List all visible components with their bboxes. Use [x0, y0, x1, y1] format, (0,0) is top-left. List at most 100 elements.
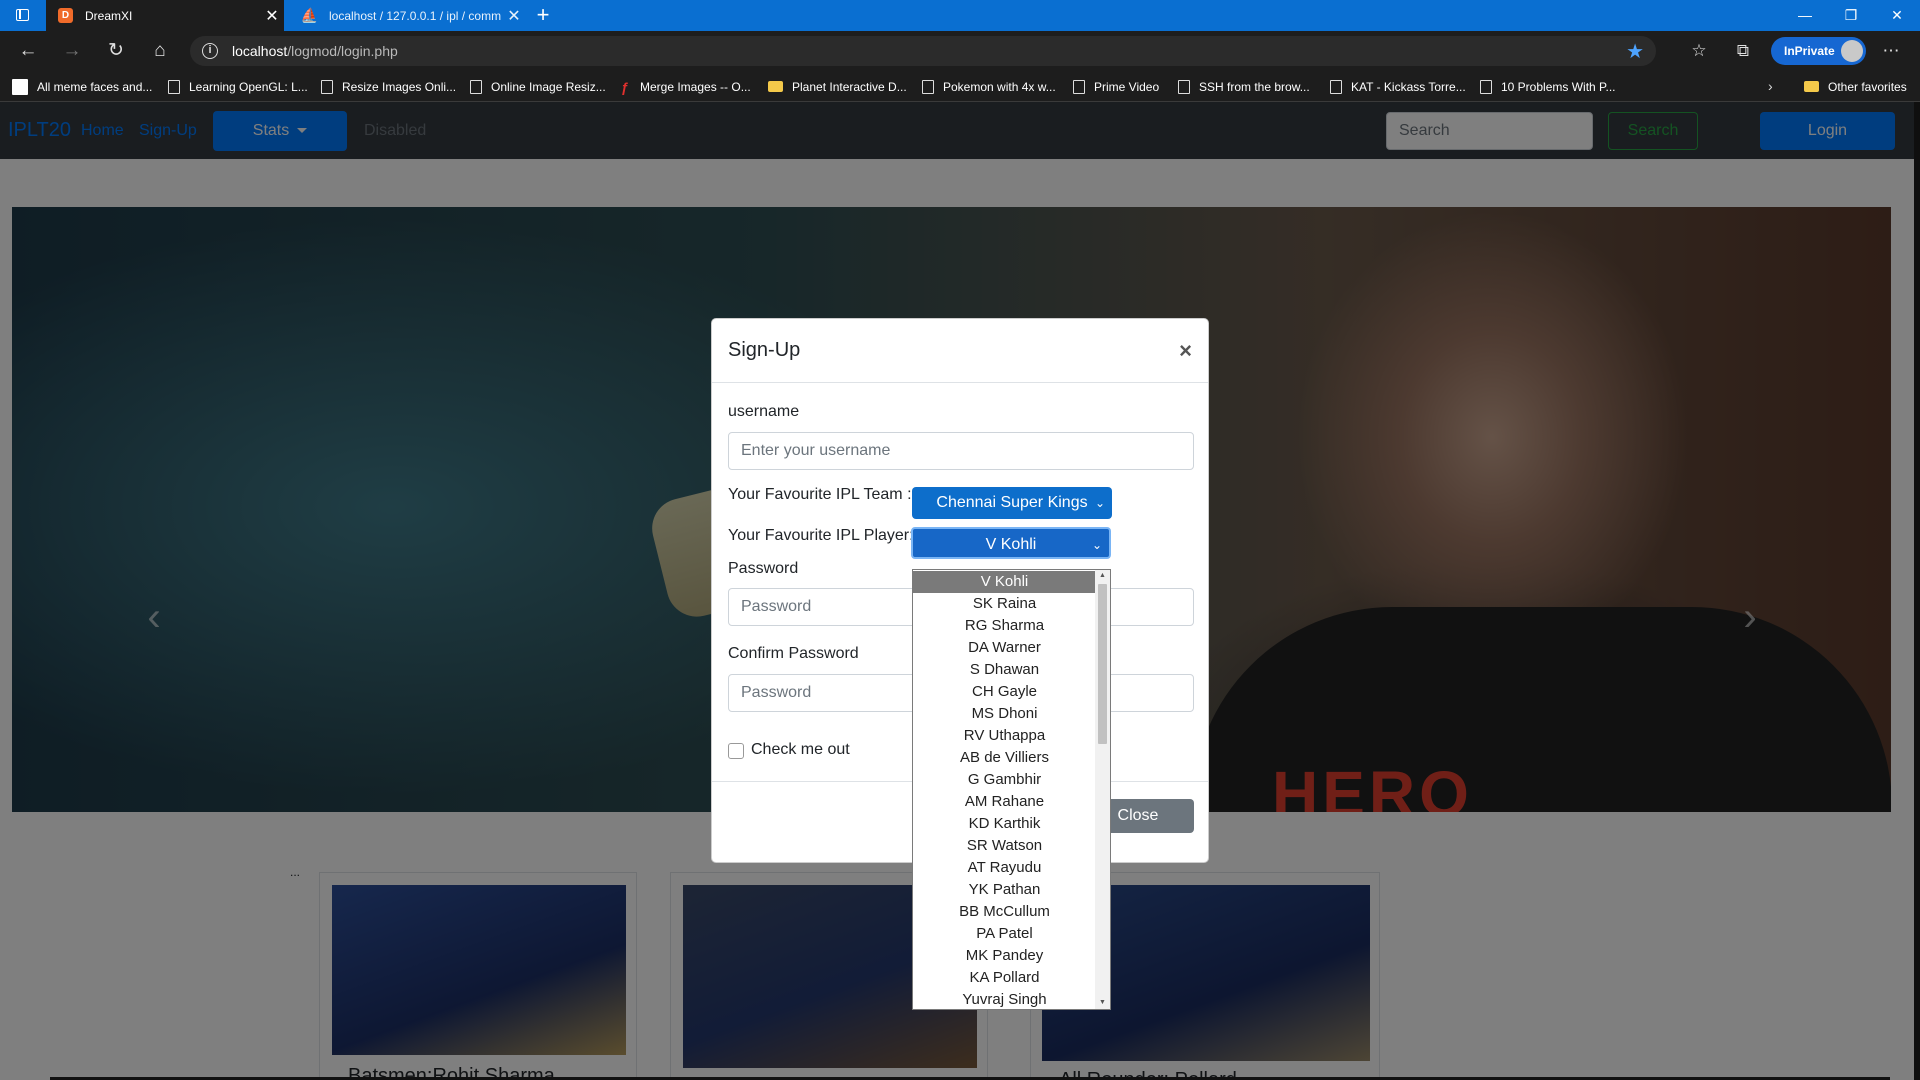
dreamxi-favicon-icon: D: [58, 8, 73, 23]
inprivate-label: InPrivate: [1784, 44, 1835, 58]
tab-title: localhost / 127.0.0.1 / ipl / comm: [329, 8, 502, 23]
url-text: localhost/logmod/login.php: [232, 43, 398, 59]
address-bar-row: ← → ↻ ⌂ i localhost/logmod/login.php ★ ☆…: [0, 31, 1920, 71]
inprivate-button[interactable]: InPrivate: [1771, 37, 1866, 65]
phpmyadmin-favicon-icon: ⛵: [300, 7, 319, 23]
player-option[interactable]: SR Watson: [913, 835, 1096, 857]
close-tab-icon[interactable]: ✕: [260, 6, 284, 26]
folder-icon: [768, 81, 783, 92]
player-option[interactable]: S Dhawan: [913, 659, 1096, 681]
team-label: Your Favourite IPL Team :: [728, 486, 912, 503]
bookmark-label: Prime Video: [1094, 79, 1160, 94]
player-option[interactable]: G Gambhir: [913, 769, 1096, 791]
refresh-icon[interactable]: ↻: [102, 38, 130, 64]
close-tab-icon[interactable]: ✕: [502, 6, 526, 26]
player-option[interactable]: CH Gayle: [913, 681, 1096, 703]
web-page: IPLT20 Home Sign-Up Stats Disabled Searc…: [0, 102, 1920, 1080]
url-field[interactable]: i localhost/logmod/login.php ★: [190, 36, 1656, 66]
page-icon: [1480, 79, 1492, 94]
team-select[interactable]: Chennai Super Kings ⌄: [912, 487, 1112, 519]
username-input[interactable]: Enter your username: [728, 432, 1194, 470]
player-option[interactable]: AM Rahane: [913, 791, 1096, 813]
bookmark-item[interactable]: SSH from the brow...: [1178, 71, 1310, 102]
bookmark-item[interactable]: Planet Interactive D...: [768, 71, 907, 102]
bookmark-item[interactable]: Prime Video: [1073, 71, 1159, 102]
bookmark-item[interactable]: Learning OpenGL: L...: [168, 71, 308, 102]
bookmark-item[interactable]: ƒ Merge Images -- O...: [621, 71, 751, 102]
merge-icon: ƒ: [621, 78, 629, 95]
bookmark-label: Pokemon with 4x w...: [943, 79, 1056, 94]
back-icon[interactable]: ←: [14, 38, 42, 64]
chevron-down-icon: ⌄: [1094, 496, 1105, 510]
scroll-down-icon[interactable]: ▼: [1095, 997, 1110, 1009]
bookmark-item[interactable]: KAT - Kickass Torre...: [1330, 71, 1466, 102]
collections-icon[interactable]: ⧉: [1729, 38, 1757, 64]
password-label: Password: [728, 560, 799, 577]
player-option[interactable]: BB McCullum: [913, 901, 1096, 923]
player-option[interactable]: AB de Villiers: [913, 747, 1096, 769]
page-icon: [1073, 79, 1085, 94]
browser-titlebar: D DreamXI ✕ ⛵ localhost / 127.0.0.1 / ip…: [0, 0, 1920, 31]
bookmark-item[interactable]: Pokemon with 4x w...: [922, 71, 1056, 102]
bookmark-label: Other favorites: [1828, 79, 1907, 94]
bookmark-item[interactable]: All meme faces and...: [12, 71, 152, 102]
bookmark-label: Merge Images -- O...: [640, 79, 751, 94]
modal-header: Sign-Up ×: [712, 319, 1208, 383]
tab-dreamxi[interactable]: D DreamXI ✕: [46, 0, 284, 31]
tab-title: DreamXI: [85, 8, 133, 23]
page-icon: [470, 79, 482, 94]
list-scroll-thumb[interactable]: [1098, 584, 1107, 744]
bookmark-label: KAT - Kickass Torre...: [1351, 79, 1466, 94]
player-option[interactable]: DA Warner: [913, 637, 1096, 659]
player-option[interactable]: PA Patel: [913, 923, 1096, 945]
close-window-icon[interactable]: ✕: [1874, 0, 1920, 31]
player-option[interactable]: KA Pollard: [913, 967, 1096, 989]
player-options-list[interactable]: V Kohli SK Raina RG Sharma DA Warner S D…: [912, 569, 1111, 1010]
new-tab-icon[interactable]: +: [530, 3, 556, 29]
tab-actions-icon[interactable]: [16, 9, 29, 21]
player-option[interactable]: AT Rayudu: [913, 857, 1096, 879]
page-icon: [922, 79, 934, 94]
profile-avatar: [1841, 40, 1863, 62]
player-option[interactable]: RV Uthappa: [913, 725, 1096, 747]
bookmark-label: Planet Interactive D...: [792, 79, 907, 94]
tab-phpmyadmin[interactable]: ⛵ localhost / 127.0.0.1 / ipl / comm ✕: [290, 0, 526, 31]
player-option[interactable]: YK Pathan: [913, 879, 1096, 901]
bookmark-label: Online Image Resiz...: [491, 79, 606, 94]
folder-icon: [1804, 81, 1819, 92]
player-option[interactable]: RG Sharma: [913, 615, 1096, 637]
player-option[interactable]: MS Dhoni: [913, 703, 1096, 725]
minimize-icon[interactable]: —: [1782, 0, 1828, 31]
player-option[interactable]: V Kohli: [913, 571, 1096, 593]
other-favorites[interactable]: Other favorites: [1804, 71, 1907, 102]
chevron-down-icon: ⌄: [1091, 538, 1102, 552]
page-icon: [1178, 79, 1190, 94]
chevron-right-icon[interactable]: ›: [1768, 71, 1773, 102]
confirm-password-label: Confirm Password: [728, 645, 859, 662]
player-option[interactable]: KD Karthik: [913, 813, 1096, 835]
bookmark-label: Learning OpenGL: L...: [189, 79, 308, 94]
player-select[interactable]: V Kohli ⌄: [911, 527, 1111, 559]
check-me-out-label[interactable]: Check me out: [751, 741, 850, 759]
close-icon[interactable]: ×: [1179, 338, 1192, 364]
bookmark-item[interactable]: 10 Problems With P...: [1480, 71, 1616, 102]
favorite-star-icon[interactable]: ★: [1626, 39, 1644, 64]
bookmark-item[interactable]: Resize Images Onli...: [321, 71, 456, 102]
check-me-out-checkbox[interactable]: [728, 743, 744, 759]
player-option[interactable]: MK Pandey: [913, 945, 1096, 967]
forward-icon[interactable]: →: [58, 38, 86, 64]
bookmark-item[interactable]: Online Image Resiz...: [470, 71, 606, 102]
player-option[interactable]: SK Raina: [913, 593, 1096, 615]
bookmark-label: Resize Images Onli...: [342, 79, 457, 94]
home-icon[interactable]: ⌂: [146, 38, 174, 64]
site-info-icon[interactable]: i: [202, 43, 218, 59]
list-scrollbar[interactable]: ▲ ▼: [1095, 570, 1110, 1009]
scroll-up-icon[interactable]: ▲: [1095, 570, 1110, 582]
restore-icon[interactable]: ❐: [1828, 0, 1874, 31]
page-icon: [168, 79, 180, 94]
team-select-value: Chennai Super Kings: [936, 494, 1088, 511]
more-options-icon[interactable]: ⋯: [1877, 38, 1905, 64]
bookmarks-bar: All meme faces and... Learning OpenGL: L…: [0, 71, 1920, 102]
player-option[interactable]: Yuvraj Singh: [913, 989, 1096, 1011]
favorites-icon[interactable]: ☆: [1685, 38, 1713, 64]
